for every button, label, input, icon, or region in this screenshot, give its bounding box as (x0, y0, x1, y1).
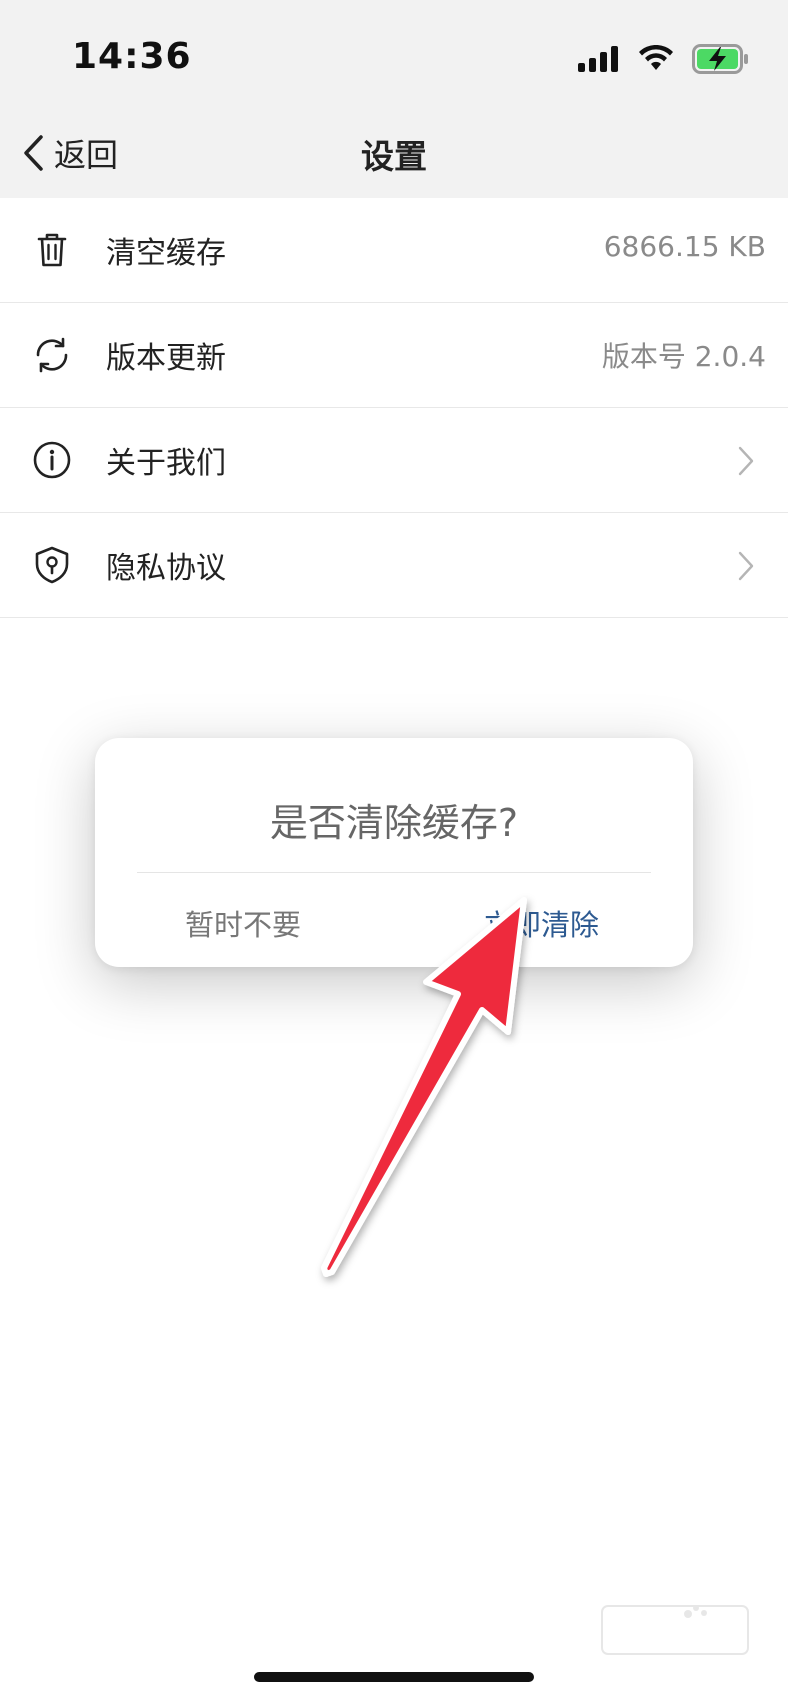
annotation-arrow-icon (321, 897, 527, 1277)
status-icons (578, 44, 750, 74)
settings-item-label: 关于我们 (106, 446, 226, 481)
nav-bar: 返回 设置 (0, 110, 788, 198)
status-time: 14:36 (72, 36, 192, 77)
chevron-right-icon (738, 446, 754, 476)
dialog-title: 是否清除缓存? (269, 801, 519, 845)
watermark-logo (601, 1605, 749, 1655)
settings-item-label: 版本更新 (106, 341, 226, 376)
wifi-icon (639, 45, 673, 70)
settings-item-clear-cache[interactable]: 清空缓存 6866.15 KB (0, 198, 788, 303)
info-icon (33, 441, 71, 479)
header-area: 14:36 返回 设置 (0, 0, 788, 198)
settings-item-version-update[interactable]: 版本更新 版本号 2.0.4 (0, 303, 788, 408)
settings-item-label: 隐私协议 (106, 551, 226, 586)
settings-item-label: 清空缓存 (106, 236, 226, 271)
settings-list: 清空缓存 6866.15 KB 版本更新 版本号 2.0.4 关于我们 隐私协议 (0, 198, 788, 618)
home-indicator (254, 1672, 534, 1682)
cache-size-value: 6866.15 KB (603, 230, 766, 263)
shield-icon (35, 546, 69, 584)
version-value: 版本号 2.0.4 (601, 340, 766, 373)
settings-item-privacy-policy[interactable]: 隐私协议 (0, 513, 788, 618)
cancel-button[interactable]: 暂时不要 (185, 902, 301, 944)
page-title: 设置 (361, 137, 427, 176)
battery-charging-icon (692, 44, 748, 74)
signal-icon (578, 46, 618, 72)
status-bar: 14:36 (0, 0, 788, 120)
settings-item-about-us[interactable]: 关于我们 (0, 408, 788, 513)
dialog-divider (137, 872, 651, 873)
trash-icon (37, 233, 67, 267)
refresh-icon (36, 337, 68, 373)
chevron-right-icon (738, 551, 754, 581)
